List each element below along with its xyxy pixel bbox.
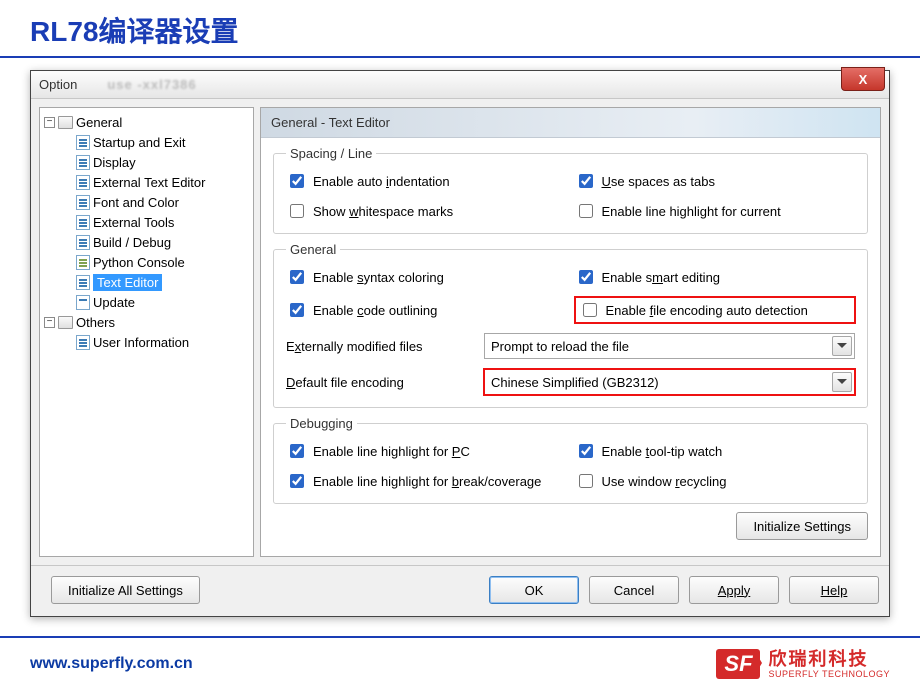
- page-icon: [76, 255, 90, 270]
- checkbox[interactable]: [579, 204, 593, 218]
- tree-item-python[interactable]: Python Console: [60, 252, 251, 272]
- tree-item-startup[interactable]: Startup and Exit: [60, 132, 251, 152]
- checkbox[interactable]: [290, 174, 304, 188]
- collapse-icon[interactable]: −: [44, 317, 55, 328]
- option-dialog: Option use -xxl7386 X − General Startup …: [30, 70, 890, 617]
- collapse-icon[interactable]: −: [44, 117, 55, 128]
- tree-item-update[interactable]: Update: [60, 292, 251, 312]
- group-legend: Spacing / Line: [286, 146, 376, 161]
- folder-icon: [58, 316, 73, 329]
- chk-outline[interactable]: Enable code outlining: [286, 300, 567, 320]
- logo-en: SUPERFLY TECHNOLOGY: [768, 670, 890, 679]
- chk-auto-indent[interactable]: Enable auto indentation: [286, 171, 567, 191]
- chevron-down-icon[interactable]: [832, 336, 852, 356]
- chk-tooltip-watch[interactable]: Enable tool-tip watch: [575, 441, 856, 461]
- tree-item-ext-editor[interactable]: External Text Editor: [60, 172, 251, 192]
- logo-badge-icon: SF: [716, 649, 760, 679]
- chk-encoding-auto[interactable]: Enable file encoding auto detection: [575, 297, 856, 323]
- page-icon: [76, 195, 90, 210]
- page-icon: [76, 175, 90, 190]
- close-icon: X: [859, 72, 868, 87]
- footer-url: www.superfly.com.cn: [30, 655, 193, 673]
- checkbox[interactable]: [290, 270, 304, 284]
- chk-highlight-break[interactable]: Enable line highlight for break/coverage: [286, 471, 567, 491]
- slide-title: RL78编译器设置: [0, 0, 920, 58]
- tree-item-userinfo[interactable]: User Information: [60, 332, 251, 352]
- page-icon: [76, 155, 90, 170]
- checkbox[interactable]: [290, 444, 304, 458]
- tree-node-general[interactable]: − General: [42, 112, 251, 132]
- page-icon: [76, 135, 90, 150]
- checkbox[interactable]: [290, 474, 304, 488]
- chk-spaces-tabs[interactable]: Use spaces as tabs: [575, 171, 856, 191]
- tree-item-text-editor[interactable]: Text Editor: [60, 272, 251, 292]
- detail-pane: General - Text Editor Spacing / Line Ena…: [260, 107, 881, 557]
- tree-item-ext-tools[interactable]: External Tools: [60, 212, 251, 232]
- checkbox[interactable]: [290, 303, 304, 317]
- chk-line-highlight-current[interactable]: Enable line highlight for current: [575, 201, 856, 221]
- tree-item-build[interactable]: Build / Debug: [60, 232, 251, 252]
- page-icon: [76, 335, 90, 350]
- tree-label: Others: [76, 315, 115, 330]
- category-tree[interactable]: − General Startup and Exit Display Exter…: [39, 107, 254, 557]
- chk-highlight-pc[interactable]: Enable line highlight for PC: [286, 441, 567, 461]
- group-legend: General: [286, 242, 340, 257]
- combo-value: Prompt to reload the file: [491, 339, 629, 354]
- label-default-encoding: Default file encoding: [286, 375, 476, 390]
- checkbox[interactable]: [290, 204, 304, 218]
- checkbox[interactable]: [579, 474, 593, 488]
- checkbox[interactable]: [579, 444, 593, 458]
- chevron-down-icon[interactable]: [832, 372, 852, 392]
- dialog-footer: Initialize All Settings OK Cancel Apply …: [31, 565, 889, 616]
- logo-cn: 欣瑞利科技: [768, 650, 890, 668]
- tree-item-display[interactable]: Display: [60, 152, 251, 172]
- page-icon: [76, 275, 90, 290]
- tree-node-others[interactable]: − Others: [42, 312, 251, 332]
- apply-button[interactable]: Apply: [689, 576, 779, 604]
- page-icon: [76, 295, 90, 310]
- initialize-all-button[interactable]: Initialize All Settings: [51, 576, 200, 604]
- chk-syntax[interactable]: Enable syntax coloring: [286, 267, 567, 287]
- cancel-button[interactable]: Cancel: [589, 576, 679, 604]
- detail-header: General - Text Editor: [261, 108, 880, 138]
- chk-smart[interactable]: Enable smart editing: [575, 267, 856, 287]
- checkbox[interactable]: [579, 174, 593, 188]
- combo-value: Chinese Simplified (GB2312): [491, 375, 659, 390]
- ok-button[interactable]: OK: [489, 576, 579, 604]
- group-spacing: Spacing / Line Enable auto indentation U…: [273, 146, 868, 234]
- checkbox[interactable]: [579, 270, 593, 284]
- initialize-settings-button[interactable]: Initialize Settings: [736, 512, 868, 540]
- titlebar: Option use -xxl7386 X: [31, 71, 889, 99]
- group-legend: Debugging: [286, 416, 357, 431]
- tree-label: General: [76, 115, 122, 130]
- logo: SF 欣瑞利科技 SUPERFLY TECHNOLOGY: [716, 649, 890, 679]
- group-general: General Enable syntax coloring Enable sm…: [273, 242, 868, 408]
- checkbox[interactable]: [583, 303, 597, 317]
- page-icon: [76, 215, 90, 230]
- chk-whitespace[interactable]: Show whitespace marks: [286, 201, 567, 221]
- titlebar-text: Option: [39, 77, 77, 92]
- page-icon: [76, 235, 90, 250]
- group-debugging: Debugging Enable line highlight for PC E…: [273, 416, 868, 504]
- folder-icon: [58, 116, 73, 129]
- titlebar-shadow: use -xxl7386: [107, 77, 196, 92]
- tree-item-font[interactable]: Font and Color: [60, 192, 251, 212]
- dialog-body: − General Startup and Exit Display Exter…: [31, 99, 889, 565]
- combo-ext-modified[interactable]: Prompt to reload the file: [484, 333, 855, 359]
- close-button[interactable]: X: [841, 67, 885, 91]
- slide-footer: www.superfly.com.cn SF 欣瑞利科技 SUPERFLY TE…: [0, 636, 920, 690]
- combo-default-encoding[interactable]: Chinese Simplified (GB2312): [484, 369, 855, 395]
- label-ext-modified: Externally modified files: [286, 339, 476, 354]
- chk-window-recycling[interactable]: Use window recycling: [575, 471, 856, 491]
- help-button[interactable]: Help: [789, 576, 879, 604]
